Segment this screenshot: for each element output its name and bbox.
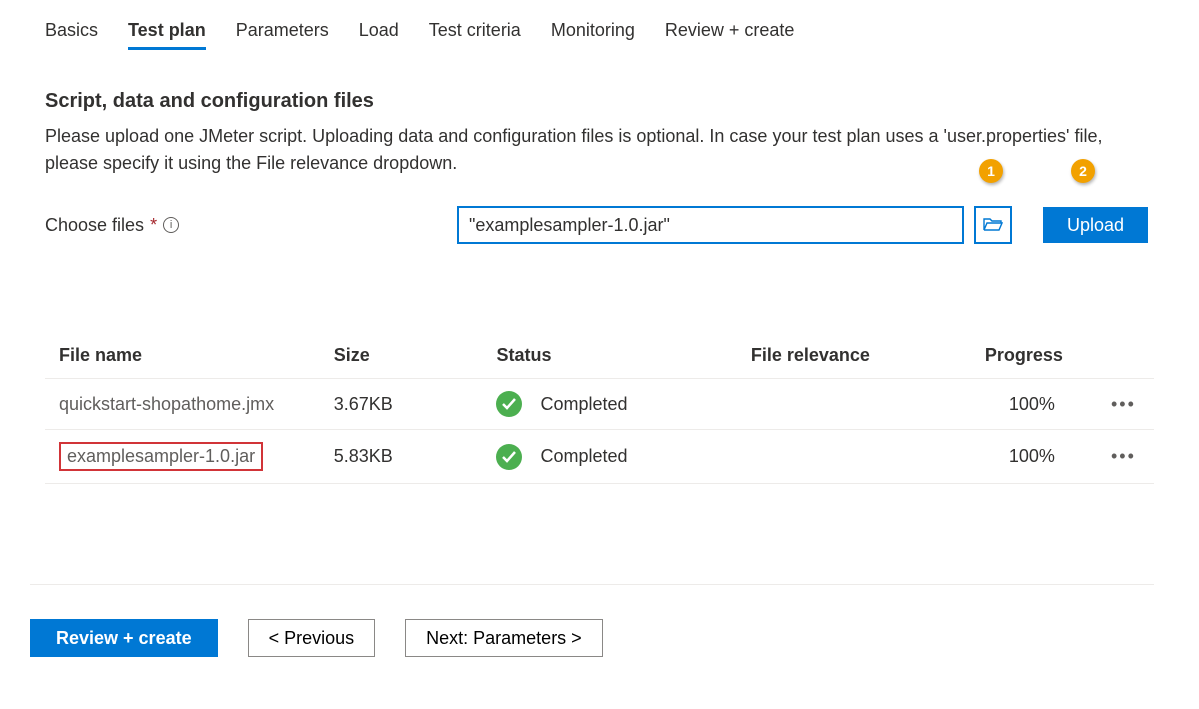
cell-progress: 100% [971,379,1093,430]
col-status[interactable]: Status [482,333,736,379]
upload-button[interactable]: Upload [1043,207,1148,243]
required-asterisk: * [150,215,157,236]
cell-relevance [737,430,971,484]
callout-1: 1 [979,159,1003,183]
col-file-relevance[interactable]: File relevance [737,333,971,379]
section-title: Script, data and configuration files [45,90,1154,113]
check-icon [496,391,522,417]
next-button[interactable]: Next: Parameters > [405,619,603,657]
tab-parameters[interactable]: Parameters [236,20,329,50]
cell-file-name: quickstart-shopathome.jmx [45,379,320,430]
tab-monitoring[interactable]: Monitoring [551,20,635,50]
cell-progress: 100% [971,430,1093,484]
wizard-tabs: Basics Test plan Parameters Load Test cr… [45,20,1154,50]
cell-status: Completed [482,430,736,484]
row-more-button[interactable]: ••• [1093,430,1154,484]
row-more-button[interactable]: ••• [1093,379,1154,430]
tab-basics[interactable]: Basics [45,20,98,50]
info-icon[interactable]: i [163,217,179,233]
folder-open-icon [983,215,1003,236]
label-text: Choose files [45,215,144,236]
tab-review-create[interactable]: Review + create [665,20,795,50]
file-input[interactable] [458,207,963,243]
cell-size: 5.83KB [320,430,483,484]
files-table: File name Size Status File relevance Pro… [45,333,1154,484]
col-file-name[interactable]: File name [45,333,320,379]
tab-test-plan[interactable]: Test plan [128,20,206,50]
col-size[interactable]: Size [320,333,483,379]
cell-status: Completed [482,379,736,430]
status-text: Completed [540,394,627,415]
callout-2: 2 [1071,159,1095,183]
cell-size: 3.67KB [320,379,483,430]
choose-files-label: Choose files * i [45,215,450,236]
status-text: Completed [540,446,627,467]
cell-file-name: examplesampler-1.0.jar [45,430,320,484]
table-row: quickstart-shopathome.jmx 3.67KB Complet… [45,379,1154,430]
check-icon [496,444,522,470]
review-create-button[interactable]: Review + create [30,619,218,657]
choose-files-row: Choose files * i Upload 1 2 [45,207,1154,243]
previous-button[interactable]: < Previous [248,619,376,657]
col-progress[interactable]: Progress [971,333,1093,379]
browse-button[interactable] [975,207,1011,243]
section-description: Please upload one JMeter script. Uploadi… [45,123,1105,177]
tab-load[interactable]: Load [359,20,399,50]
wizard-footer: Review + create < Previous Next: Paramet… [30,584,1154,657]
table-header-row: File name Size Status File relevance Pro… [45,333,1154,379]
table-row: examplesampler-1.0.jar 5.83KB Completed … [45,430,1154,484]
tab-test-criteria[interactable]: Test criteria [429,20,521,50]
highlighted-file-name: examplesampler-1.0.jar [59,442,263,471]
cell-relevance [737,379,971,430]
